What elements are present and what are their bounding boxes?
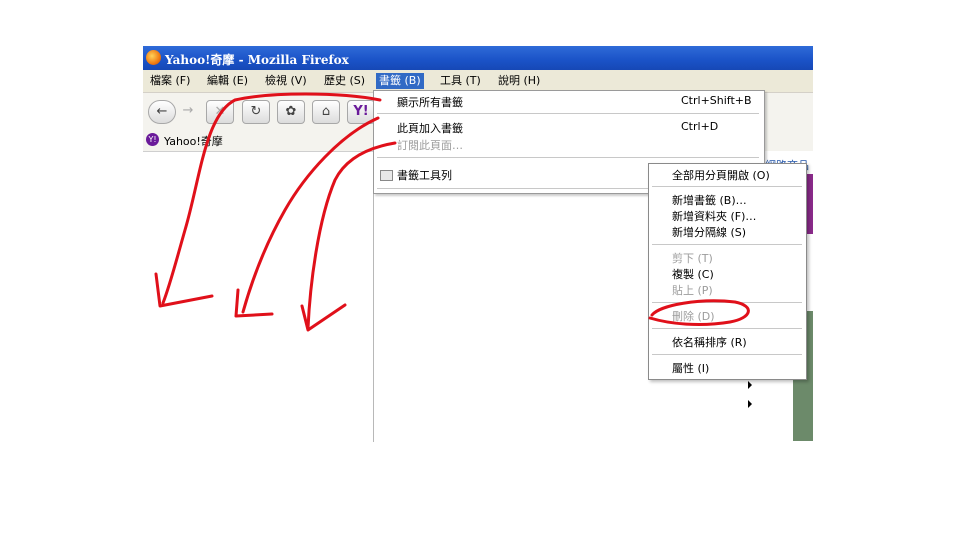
- red-annotation-overlay: [154, 92, 750, 332]
- annotation-arrow-1: [161, 92, 382, 305]
- annotation-circle-delete: [648, 299, 750, 326]
- annotation-arrowhead-2: [234, 288, 274, 318]
- annotation-arrow-3: [306, 141, 397, 330]
